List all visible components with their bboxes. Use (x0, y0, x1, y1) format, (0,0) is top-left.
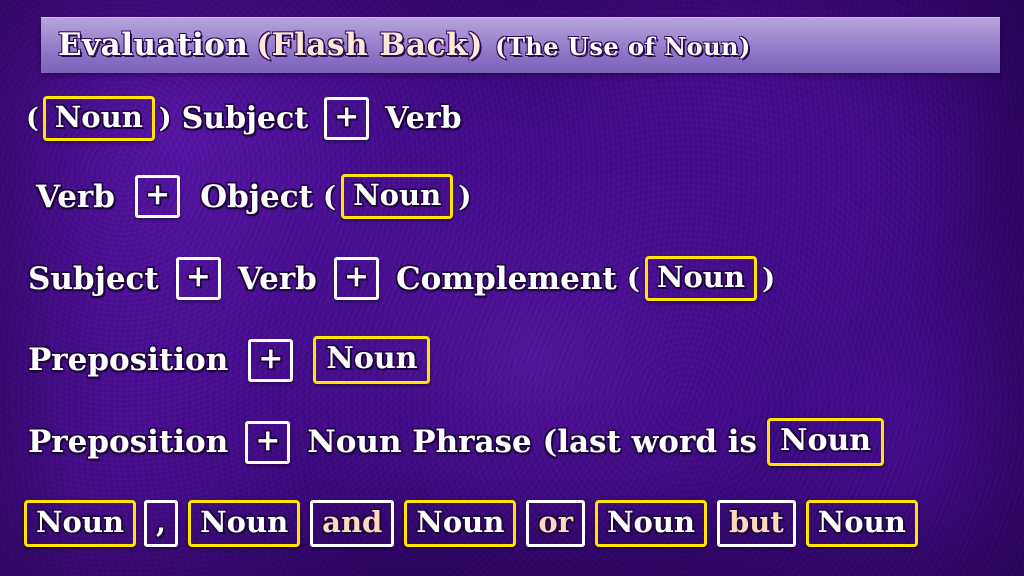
title-subtitle: (The Use of Noun) (495, 32, 751, 61)
noun-box: Noun (313, 336, 431, 384)
open-paren: ( (26, 103, 39, 134)
object-label: Object (200, 178, 313, 215)
verb-label: Verb (385, 101, 462, 136)
noun-box: Noun (42, 96, 155, 141)
open-paren: ( (322, 180, 337, 213)
slide-canvas: Evaluation (Flash Back) (The Use of Noun) … (0, 0, 1024, 576)
plus-box: + (248, 338, 294, 382)
formula-line-1: ( Noun ) Subject + Verb (26, 96, 462, 141)
close-paren: ) (761, 262, 776, 295)
noun-box-1: Noun (24, 500, 137, 547)
formula-line-5: Preposition + Noun Phrase (last word is … (28, 418, 885, 466)
complement-label: Complement (395, 260, 617, 297)
noun-box: Noun (767, 418, 885, 466)
noun-box-2: Noun (188, 500, 301, 547)
but-box: but (717, 500, 796, 547)
close-paren: ) (158, 103, 172, 134)
or-box: or (526, 500, 585, 547)
noun-box: Noun (644, 256, 757, 301)
preposition-label: Preposition (28, 424, 229, 460)
and-box: and (310, 500, 395, 547)
comma-box: , (144, 500, 179, 547)
slide-title: Evaluation (Flash Back) (The Use of Noun) (41, 30, 751, 61)
open-paren: ( (626, 262, 640, 295)
plus-box: + (134, 175, 181, 218)
title-highlight: (Flash Back) (256, 27, 484, 63)
formula-line-3: Subject + Verb + Complement ( Noun ) (28, 256, 775, 301)
plus-box: + (324, 97, 370, 140)
verb-label: Verb (36, 178, 115, 215)
noun-box-4: Noun (594, 500, 708, 547)
slide-title-bar: Evaluation (Flash Back) (The Use of Noun) (41, 17, 1000, 73)
noun-box: Noun (341, 174, 454, 219)
noun-box-3: Noun (404, 500, 517, 547)
preposition-label: Preposition (28, 342, 229, 378)
plus-box-2: + (333, 257, 379, 300)
plus-box-1: + (175, 257, 221, 300)
verb-label: Verb (237, 260, 317, 297)
noun-box-5: Noun (805, 500, 918, 547)
formula-line-6: Noun , Noun and Noun or Noun but Noun (24, 500, 918, 547)
title-main: Evaluation (58, 27, 249, 63)
formula-line-4: Preposition + Noun (28, 336, 431, 384)
subject-label: Subject (181, 101, 309, 136)
noun-phrase-label: Noun Phrase (last word is (307, 424, 758, 460)
close-paren: ) (458, 180, 472, 213)
formula-line-2: Verb + Object ( Noun ) (36, 174, 471, 219)
subject-label: Subject (28, 260, 159, 297)
plus-box: + (245, 420, 291, 464)
